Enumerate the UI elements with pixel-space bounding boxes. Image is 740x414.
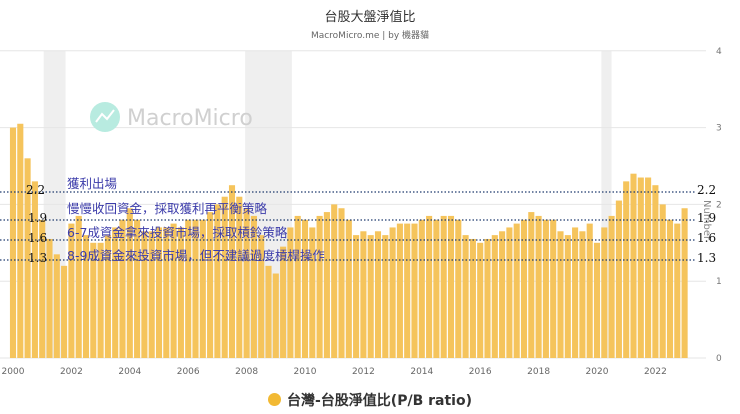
ref-label-left-2.2: 2.2	[26, 183, 46, 197]
annotation-take-profit: 獲利出場	[67, 176, 118, 191]
bar	[491, 235, 498, 358]
x-tick-label: 2018	[527, 367, 550, 377]
bar	[411, 223, 418, 358]
bar	[9, 127, 17, 358]
bar	[367, 235, 374, 358]
bar	[170, 223, 177, 358]
bar	[404, 223, 411, 358]
bar	[652, 185, 659, 358]
legend-label: 台灣-台股淨值比(P/B ratio)	[287, 393, 472, 409]
chart-subtitle[interactable]: MacroMicro.me | by 機器貓	[0, 28, 740, 41]
bar	[469, 238, 476, 358]
bar	[68, 223, 75, 358]
bar	[53, 254, 60, 358]
watermark-text: MacroMicro	[127, 106, 253, 131]
x-tick-label: 2002	[60, 367, 83, 377]
bar	[426, 215, 433, 358]
chart-container: 0 1 2 3 4 MacroMicro 2000 2002 2004 2006 2008 2010 2…	[0, 0, 740, 414]
y-tick-label: 3	[716, 124, 722, 134]
legend-item[interactable]: 台灣-台股淨值比(P/B ratio)	[0, 390, 740, 410]
bar	[338, 208, 345, 358]
bar	[17, 123, 24, 358]
bar	[528, 212, 535, 358]
bar	[389, 227, 396, 358]
ref-label-right-1.3: 1.3	[697, 251, 717, 265]
bar	[572, 227, 579, 358]
bar	[484, 238, 491, 358]
bar	[579, 231, 586, 358]
bar	[586, 223, 593, 358]
x-tick-label: 2014	[410, 367, 433, 377]
y-tick-label: 4	[716, 47, 722, 57]
ref-label-right-2.2: 2.2	[697, 183, 717, 197]
bar	[557, 231, 564, 358]
chart-title: 台股大盤淨值比	[324, 10, 416, 25]
ref-label-right-1.6: 1.6	[697, 231, 717, 245]
bar	[659, 204, 666, 358]
bar	[440, 215, 447, 358]
bar	[353, 235, 360, 358]
x-tick-label: 2000	[2, 367, 25, 377]
bar	[513, 223, 520, 358]
bar	[630, 173, 637, 358]
bar	[535, 215, 542, 358]
bar	[265, 265, 272, 358]
bar	[499, 231, 506, 358]
bar	[360, 231, 367, 358]
bar	[615, 200, 622, 358]
x-tick-label: 2006	[177, 367, 200, 377]
bar	[61, 265, 68, 358]
bar	[601, 227, 608, 358]
x-tick-label: 2016	[469, 367, 492, 377]
bar	[674, 223, 681, 358]
ref-label-left-1.6: 1.6	[28, 231, 48, 245]
ref-label-left-1.3: 1.3	[28, 251, 48, 265]
bar	[506, 227, 513, 358]
watermark-logo: MacroMicro	[90, 102, 253, 132]
bar	[323, 212, 330, 358]
ref-label-right-1.9: 1.9	[697, 211, 717, 225]
x-tick-label: 2020	[586, 367, 609, 377]
annotation-invest: 8-9成資金來投資市場，但不建議過度槓桿操作	[67, 248, 325, 263]
bar	[236, 196, 243, 358]
bar	[316, 215, 323, 358]
y-tick-label: 1	[716, 277, 722, 287]
annotation-barbell: 6-7成資金拿來投資市場，採取槓鈴策略	[67, 225, 288, 240]
y-tick-label: 2	[716, 200, 722, 210]
bar	[623, 181, 630, 358]
x-tick-label: 2010	[294, 367, 317, 377]
bar	[272, 273, 279, 358]
x-tick-label: 2012	[352, 367, 375, 377]
bar	[608, 215, 615, 358]
bar	[382, 235, 389, 358]
bar	[331, 204, 338, 358]
bar	[46, 238, 53, 358]
bar	[396, 223, 403, 358]
bar	[462, 235, 469, 358]
ref-label-left-1.9: 1.9	[28, 211, 48, 225]
bar	[645, 177, 652, 358]
bar	[564, 235, 571, 358]
x-tick-label: 2022	[644, 367, 667, 377]
bar	[681, 208, 688, 358]
bar	[374, 231, 382, 358]
annotation-rebalance: 慢慢收回資金，採取獲利再平衡策略	[67, 201, 268, 216]
bar	[221, 196, 228, 358]
bar	[31, 181, 38, 358]
legend-marker	[268, 393, 281, 406]
y-tick-label: 0	[716, 354, 722, 364]
bar	[294, 215, 301, 358]
bar	[637, 177, 644, 358]
x-tick-label: 2008	[235, 367, 258, 377]
bar	[447, 215, 455, 358]
x-tick-label: 2004	[118, 367, 141, 377]
